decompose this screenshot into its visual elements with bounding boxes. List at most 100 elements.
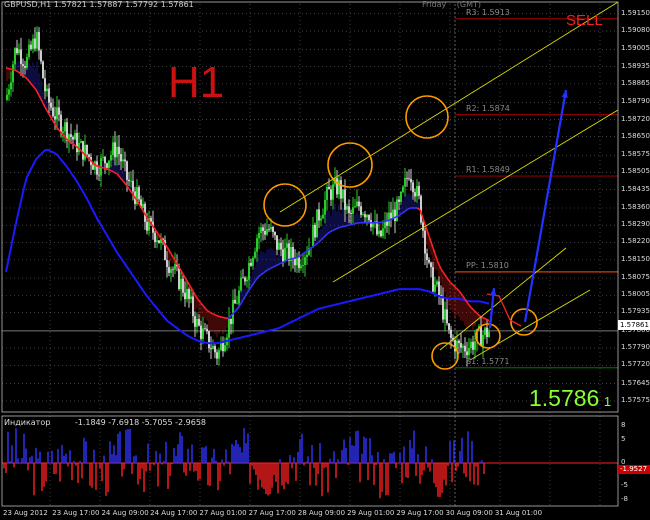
candle-body <box>306 254 308 258</box>
fast-moving-average <box>218 315 223 318</box>
candle-body <box>352 207 354 214</box>
fast-moving-average <box>398 212 403 217</box>
fast-moving-average <box>56 127 61 132</box>
y-tick-label: 1.58650 <box>621 131 650 140</box>
fast-moving-average <box>245 289 250 296</box>
candle-body <box>420 195 422 223</box>
pivot-value: 1.5771 <box>478 356 510 366</box>
fast-moving-average <box>116 173 121 178</box>
drawings <box>263 1 619 370</box>
pivot-value: 1.5913 <box>479 7 510 17</box>
candle-body <box>246 279 248 282</box>
candle-body <box>212 345 214 349</box>
trend-channel-line <box>279 1 619 213</box>
candle-body <box>74 133 76 140</box>
fast-moving-average <box>290 257 295 260</box>
candle-body <box>150 217 152 222</box>
fast-moving-average <box>35 89 40 96</box>
candle-body <box>48 88 50 103</box>
current-price-badge: 1.57861 <box>618 320 650 330</box>
fast-moving-average <box>458 290 463 296</box>
fast-moving-average <box>251 280 256 287</box>
fast-moving-average <box>428 235 433 246</box>
fast-moving-average <box>101 166 106 170</box>
candle-body <box>262 227 264 231</box>
fast-moving-average <box>353 222 358 225</box>
fast-moving-average <box>446 277 451 283</box>
candle-body <box>312 224 314 248</box>
sell-signal: SELL <box>566 12 603 29</box>
candle-body <box>156 240 158 243</box>
fast-moving-average <box>107 168 112 172</box>
candle-body <box>38 32 40 51</box>
candle-body <box>342 189 344 199</box>
y-tick-label: 1.58005 <box>621 290 650 299</box>
y-tick-label: 1.58790 <box>621 97 650 106</box>
fast-moving-average <box>404 208 409 212</box>
candle-body <box>356 201 358 207</box>
candle-body <box>234 299 236 304</box>
day-label: Friday <box>422 0 447 9</box>
indicator-title: Индикатор <box>4 418 51 427</box>
y-tick-label: 1.59150 <box>621 8 650 17</box>
candle-body <box>408 178 410 180</box>
pivot-label: R3: 1.5913 <box>466 8 510 17</box>
candle-body <box>116 146 118 158</box>
candle-body <box>274 232 276 236</box>
fast-moving-average <box>179 268 184 275</box>
fast-moving-average <box>224 317 229 320</box>
candle-body <box>366 214 368 218</box>
candle-body <box>36 32 38 49</box>
candle-body <box>268 229 270 230</box>
x-tick-label: 29 Aug 01:00 <box>347 509 395 517</box>
fast-moving-average <box>44 106 49 113</box>
fast-moving-average <box>314 242 319 246</box>
candle-body <box>370 220 372 228</box>
candle-body <box>106 163 108 168</box>
candle-body <box>220 342 222 351</box>
candle-body <box>172 269 174 271</box>
candle-body <box>242 277 244 279</box>
candle-body <box>122 159 124 162</box>
fast-moving-average <box>122 180 127 186</box>
fast-moving-average <box>212 313 217 317</box>
direction-arrow <box>523 89 568 323</box>
candle-body <box>228 318 230 338</box>
candle-body <box>372 223 374 228</box>
candle-body <box>28 44 30 57</box>
y-tick-label: 1.57720 <box>621 360 650 369</box>
price-chart[interactable] <box>0 0 650 520</box>
candle-body <box>414 192 416 197</box>
x-tick-label: 23 Aug 17:00 <box>52 509 100 517</box>
candle-body <box>22 64 24 66</box>
fast-moving-average <box>86 156 91 161</box>
candle-body <box>196 318 198 327</box>
candle-body <box>340 180 342 199</box>
fast-moving-average <box>71 142 76 147</box>
fast-moving-average <box>440 268 445 274</box>
candle-body <box>444 309 446 320</box>
candle-body <box>298 256 300 268</box>
y-tick-label: 1.58575 <box>621 150 650 159</box>
fast-moving-average <box>17 71 22 75</box>
candle-body <box>184 292 186 300</box>
candle-body <box>428 259 430 263</box>
pivot-value: 1.5874 <box>479 103 510 113</box>
candle-body <box>378 230 380 235</box>
pivot-label: S1: 1.5771 <box>466 357 509 366</box>
candle-body <box>88 154 90 158</box>
fast-moving-average <box>380 220 385 224</box>
candle-body <box>266 229 268 235</box>
candle-body <box>324 199 326 215</box>
candle-body <box>166 260 168 268</box>
fast-moving-average <box>485 318 490 322</box>
fast-moving-average <box>26 78 31 83</box>
fast-moving-average <box>50 117 55 124</box>
y-tick-label: 1.58720 <box>621 114 650 123</box>
highlight-circle <box>475 323 501 349</box>
candle-body <box>322 214 324 219</box>
chart-window[interactable]: GBPUSD,H1 1.57821 1.57887 1.57792 1.5786… <box>0 0 650 520</box>
candle-body <box>436 281 438 285</box>
candle-body <box>434 284 436 292</box>
candle-body <box>402 186 404 192</box>
